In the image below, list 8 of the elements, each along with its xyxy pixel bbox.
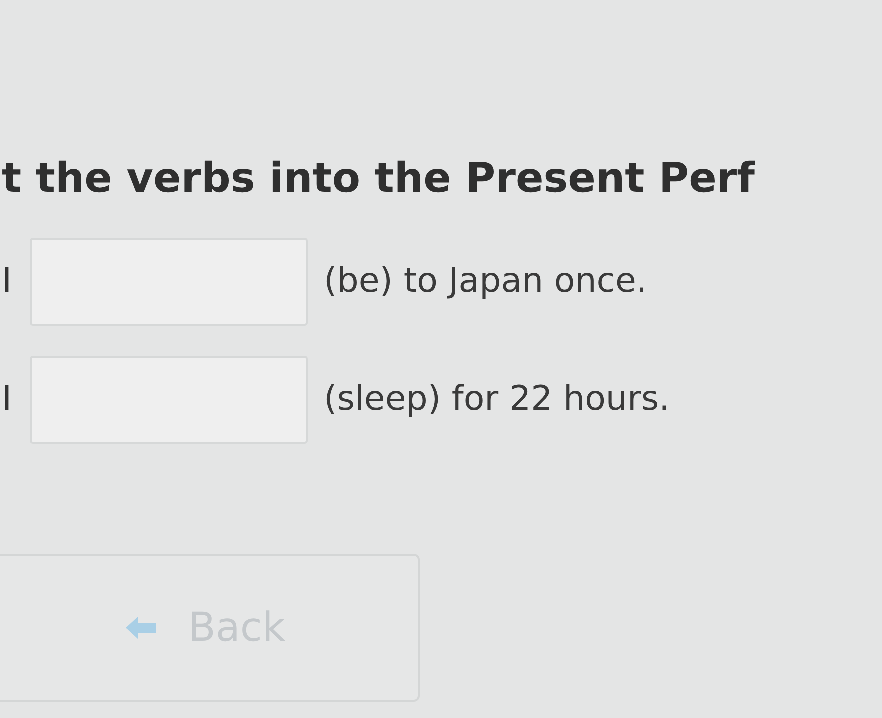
left-arrow-icon <box>124 614 158 640</box>
answer-field[interactable] <box>30 356 308 444</box>
answer-field[interactable] <box>30 238 308 326</box>
sentence-text: (be) to Japan once. <box>324 260 648 303</box>
subject-text: I <box>1 378 14 421</box>
sentence-text: (sleep) for 22 hours. <box>324 378 670 421</box>
instruction-heading: t the verbs into the Present Perf <box>2 153 756 204</box>
subject-text: I <box>1 260 14 303</box>
